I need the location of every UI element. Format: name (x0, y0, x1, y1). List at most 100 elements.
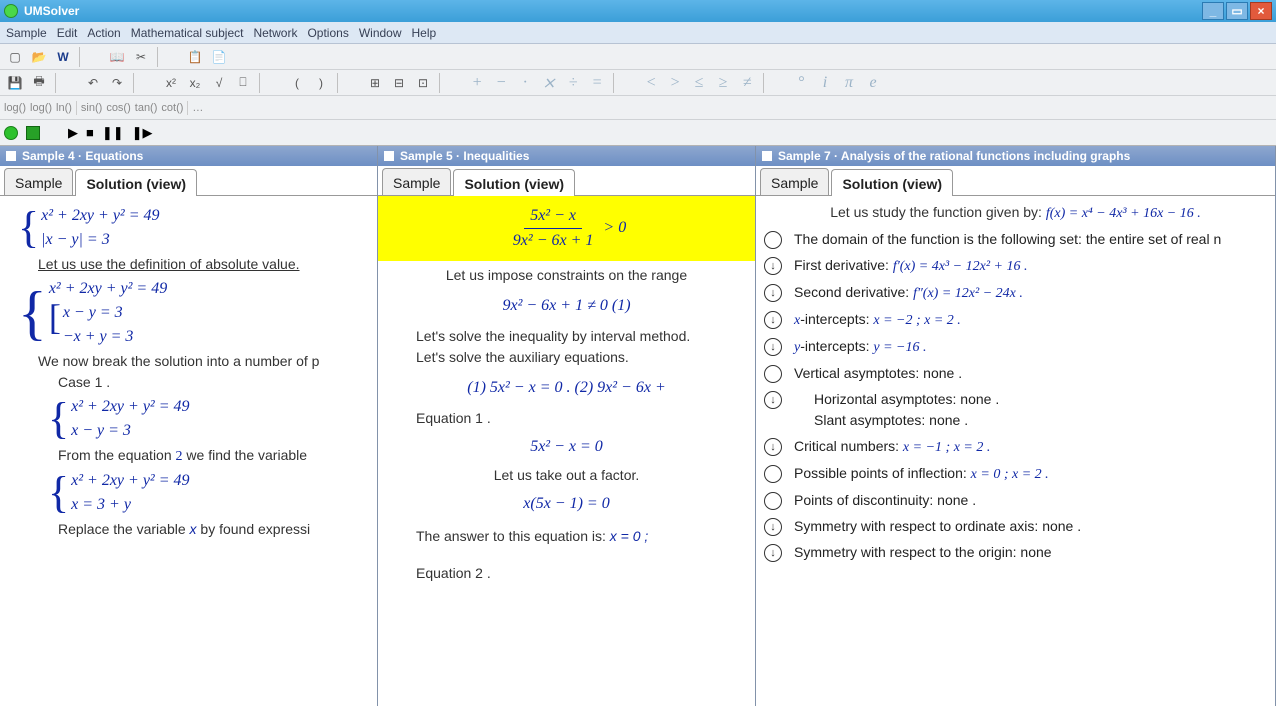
expand-down-icon[interactable]: ↓ (764, 257, 782, 275)
sub-icon[interactable]: x₂ (184, 73, 206, 93)
copy-icon[interactable]: 📋 (184, 47, 206, 67)
maximize-button[interactable]: ▭ (1226, 2, 1248, 20)
menu-action[interactable]: Action (87, 26, 120, 40)
print-icon[interactable]: 🖶 (28, 73, 50, 93)
pane-header-5[interactable]: Sample 5 · Inequalities (378, 146, 755, 166)
eq: (1) 5x² − x = 0 . (2) 9x² − 6x + (386, 376, 747, 400)
record-icon[interactable] (4, 126, 18, 140)
neq-icon[interactable]: ≠ (736, 73, 758, 93)
degree-icon[interactable]: ° (790, 73, 812, 93)
expand-down-icon[interactable]: ↓ (764, 311, 782, 329)
minimize-button[interactable]: _ (1202, 2, 1224, 20)
ln-func[interactable]: ln() (56, 102, 72, 114)
expand-down-icon[interactable]: ↓ (764, 391, 782, 409)
menu-network[interactable]: Network (253, 26, 297, 40)
sup-icon[interactable]: x² (160, 73, 182, 93)
cos-func[interactable]: cos() (106, 102, 130, 114)
matrix-icon[interactable]: ⊞ (364, 73, 386, 93)
text: Let's solve the auxiliary equations. (416, 347, 747, 368)
lt-icon[interactable]: < (640, 73, 662, 93)
text: Critical numbers: (794, 438, 903, 454)
eq: > 0 (599, 219, 626, 236)
stop-record-icon[interactable] (26, 126, 40, 140)
circle-icon[interactable] (764, 365, 782, 383)
tab-sample-7[interactable]: Sample (760, 168, 829, 195)
text: The answer to this equation is: (416, 528, 610, 544)
menu-sample[interactable]: Sample (6, 26, 47, 40)
text: Let us use the definition of absolute va… (38, 254, 369, 275)
eq-icon[interactable]: = (586, 73, 608, 93)
div-icon[interactable]: ÷ (562, 73, 584, 93)
undo-icon[interactable]: ↶ (82, 73, 104, 93)
eq: x² + 2xy + y² = 49 (49, 280, 167, 297)
menu-window[interactable]: Window (359, 26, 402, 40)
tab-solution-7[interactable]: Solution (view) (831, 169, 953, 196)
minus-icon[interactable]: − (490, 73, 512, 93)
lte-icon[interactable]: ≤ (688, 73, 710, 93)
paste-icon[interactable]: 📄 (208, 47, 230, 67)
gt-icon[interactable]: > (664, 73, 686, 93)
expand-down-icon[interactable]: ↓ (764, 338, 782, 356)
log-func[interactable]: log() (4, 102, 26, 114)
play-icon[interactable]: ▶ (68, 125, 78, 141)
menu-mathematical-subject[interactable]: Mathematical subject (131, 26, 244, 40)
paren-l-icon[interactable]: ( (286, 73, 308, 93)
pause-icon[interactable]: ❚❚ (102, 125, 124, 141)
expand-down-icon[interactable]: ↓ (764, 438, 782, 456)
pane-header-7[interactable]: Sample 7 · Analysis of the rational func… (756, 146, 1275, 166)
pi-icon[interactable]: π (838, 73, 860, 93)
highlighted-inequality: 5x² − x 9x² − 6x + 1 > 0 (378, 196, 755, 261)
step-icon[interactable]: ❚▶ (132, 125, 153, 141)
expand-down-icon[interactable]: ↓ (764, 544, 782, 562)
text: we find the variable (183, 447, 308, 463)
cut-icon[interactable]: ✂ (130, 47, 152, 67)
cot-func[interactable]: cot() (161, 102, 183, 114)
circle-icon[interactable] (764, 231, 782, 249)
eq: 9x² − 6x + 1 (507, 229, 600, 253)
new-icon[interactable]: ▢ (4, 47, 26, 67)
separator (337, 73, 359, 93)
save-icon[interactable]: 💾 (4, 73, 26, 93)
menu-edit[interactable]: Edit (57, 26, 78, 40)
tan-func[interactable]: tan() (135, 102, 158, 114)
tab-solution-4[interactable]: Solution (view) (75, 169, 197, 196)
var: x (190, 521, 197, 537)
pane-box-icon (762, 151, 772, 161)
tab-solution-5[interactable]: Solution (view) (453, 169, 575, 196)
toolbar-functions: log() log() ln() sin() cos() tan() cot()… (0, 96, 1276, 120)
frac-icon[interactable]: ⎕ (232, 73, 254, 93)
table-icon[interactable]: ⊡ (412, 73, 434, 93)
logb-func[interactable]: log() (30, 102, 52, 114)
e-icon[interactable]: e (862, 73, 884, 93)
i-icon[interactable]: i (814, 73, 836, 93)
close-button[interactable]: × (1250, 2, 1272, 20)
redo-icon[interactable]: ↷ (106, 73, 128, 93)
tab-sample-5[interactable]: Sample (382, 168, 451, 195)
pane-header-4[interactable]: Sample 4 · Equations (0, 146, 377, 166)
separator (439, 73, 461, 93)
dot-icon[interactable]: · (514, 73, 536, 93)
menu-options[interactable]: Options (307, 26, 348, 40)
text: First derivative: (794, 257, 893, 273)
paren-r-icon[interactable]: ) (310, 73, 332, 93)
toolbar-main: ▢ 📂 W 📖 ✂ 📋 📄 (0, 44, 1276, 70)
tab-sample-4[interactable]: Sample (4, 168, 73, 195)
more-func[interactable]: … (192, 102, 203, 114)
book-icon[interactable]: 📖 (106, 47, 128, 67)
word-icon[interactable]: W (52, 47, 74, 67)
cross-icon[interactable]: ⨯ (538, 73, 560, 93)
expand-down-icon[interactable]: ↓ (764, 518, 782, 536)
text: From the equation (58, 447, 176, 463)
grid-icon[interactable]: ⊟ (388, 73, 410, 93)
circle-icon[interactable] (764, 465, 782, 483)
expand-down-icon[interactable]: ↓ (764, 284, 782, 302)
sin-func[interactable]: sin() (81, 102, 102, 114)
circle-icon[interactable] (764, 492, 782, 510)
plus-icon[interactable]: + (466, 73, 488, 93)
text: Horizontal asymptotes: none . (814, 391, 999, 407)
stop-icon[interactable]: ■ (86, 125, 94, 140)
sqrt-icon[interactable]: √ (208, 73, 230, 93)
menu-help[interactable]: Help (412, 26, 437, 40)
open-icon[interactable]: 📂 (28, 47, 50, 67)
gte-icon[interactable]: ≥ (712, 73, 734, 93)
